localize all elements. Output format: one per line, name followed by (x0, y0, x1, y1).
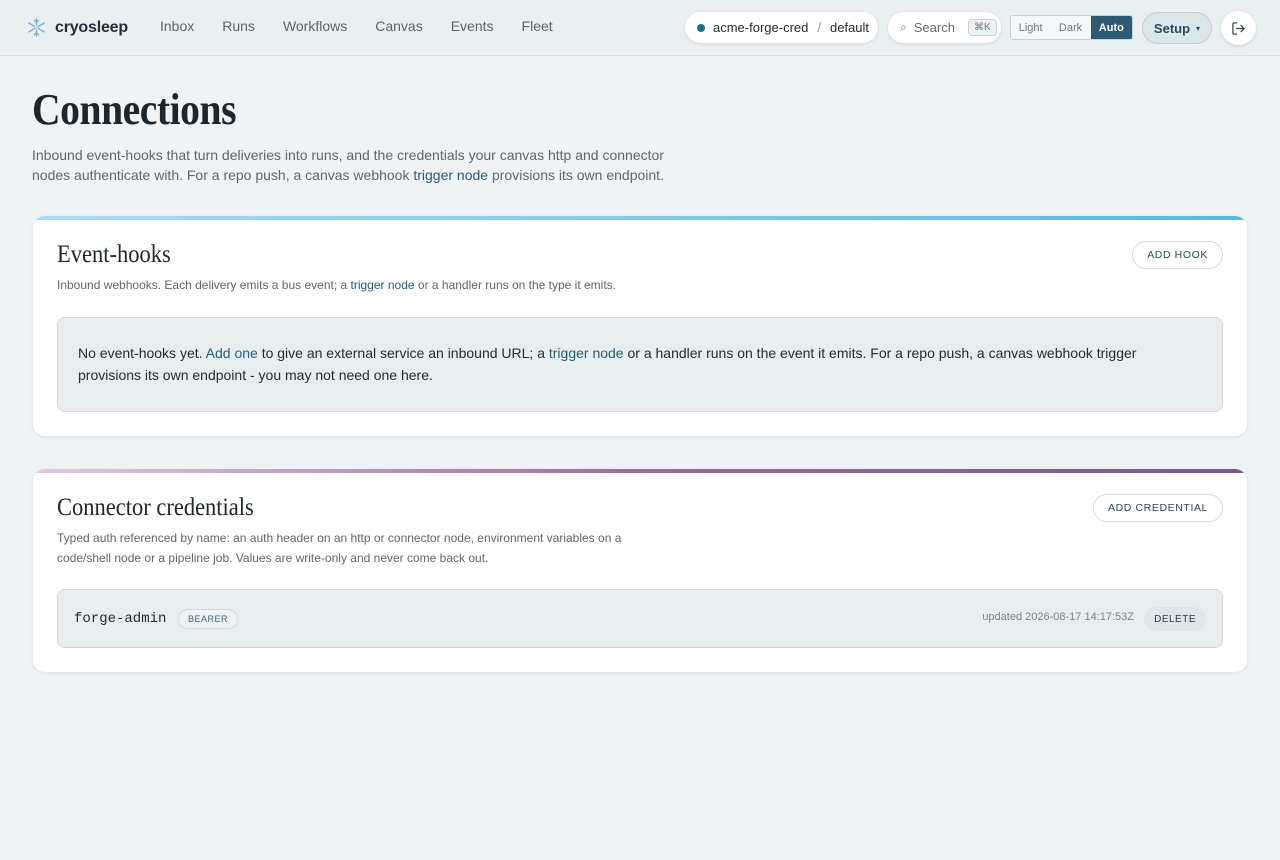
logout-icon (1232, 21, 1245, 35)
trigger-node-link[interactable]: trigger node (413, 167, 488, 183)
nav-runs[interactable]: Runs (222, 18, 255, 34)
theme-toggle: Light Dark Auto (1010, 15, 1133, 40)
credentials-description: Typed auth referenced by name: an auth h… (57, 531, 622, 565)
connector-credentials-card: Connector credentials Typed auth referen… (33, 469, 1247, 672)
search-label: Search (913, 20, 955, 35)
card-accent-band (33, 469, 1247, 473)
status-dot (697, 23, 705, 32)
logout-button[interactable] (1221, 11, 1256, 45)
nav-events[interactable]: Events (451, 18, 494, 34)
credential-row: forge-admin BEARER updated 2026-08-17 14… (57, 589, 1223, 648)
brand[interactable]: cryosleep (26, 17, 128, 38)
scope-name: default (830, 20, 870, 35)
hooks-desc-text-end: or a handler runs on the type it emits. (414, 278, 617, 292)
chevron-down-icon: ▾ (1196, 23, 1201, 33)
credentials-title: Connector credentials (57, 494, 254, 521)
delete-credential-button[interactable]: DELETE (1144, 607, 1206, 631)
page-title: Connections (32, 85, 237, 134)
context-switcher[interactable]: acme-forge-cred / default (685, 12, 878, 43)
empty-text-1: No event-hooks yet. (78, 345, 206, 361)
hooks-desc-text: Inbound webhooks. Each delivery emits a … (57, 278, 351, 292)
main-nav: Inbox Runs Workflows Canvas Events Fleet (160, 18, 581, 34)
page-description: Inbound event-hooks that turn deliveries… (32, 145, 702, 185)
setup-menu-button[interactable]: Setup ▾ (1142, 12, 1212, 44)
add-hook-button[interactable]: ADD HOOK (1132, 241, 1223, 269)
brand-name: cryosleep (55, 18, 128, 36)
empty-trigger-node-link[interactable]: trigger node (549, 345, 624, 361)
tenant-name: acme-forge-cred (713, 20, 809, 35)
context-separator: / (817, 20, 821, 35)
search-shortcut: ⌘K (967, 19, 997, 36)
event-hooks-title: Event-hooks (57, 241, 171, 268)
nav-canvas[interactable]: Canvas (375, 18, 422, 34)
nav-fleet[interactable]: Fleet (522, 18, 553, 34)
theme-auto[interactable]: Auto (1090, 16, 1132, 39)
add-credential-button[interactable]: ADD CREDENTIAL (1093, 494, 1223, 522)
setup-label: Setup (1153, 20, 1191, 36)
nav-workflows[interactable]: Workflows (283, 18, 347, 34)
credential-type-badge: BEARER (178, 609, 239, 629)
add-one-link[interactable]: Add one (206, 345, 258, 361)
event-hooks-empty-state: No event-hooks yet. Add one to give an e… (57, 317, 1223, 412)
card-accent-band (33, 216, 1247, 220)
credential-name: forge-admin (74, 611, 167, 627)
event-hooks-card: Event-hooks Inbound webhooks. Each deliv… (33, 216, 1247, 436)
magnifier-icon: ⌕ (900, 20, 907, 34)
snowflake-icon (28, 18, 45, 37)
credential-updated: updated 2026-08-17 14:17:53Z (982, 611, 1134, 623)
theme-light[interactable]: Light (1011, 16, 1050, 39)
hooks-trigger-node-link[interactable]: trigger node (351, 278, 415, 292)
nav-inbox[interactable]: Inbox (160, 18, 194, 34)
event-hooks-description: Inbound webhooks. Each delivery emits a … (57, 275, 757, 295)
top-bar: cryosleep Inbox Runs Workflows Canvas Ev… (0, 0, 1280, 56)
search-button[interactable]: ⌕ Search ⌘K (888, 12, 1001, 43)
theme-dark[interactable]: Dark (1050, 16, 1090, 39)
page-desc-text-end: provisions its own endpoint. (488, 167, 664, 183)
empty-text-2: to give an external service an inbound U… (257, 345, 549, 361)
